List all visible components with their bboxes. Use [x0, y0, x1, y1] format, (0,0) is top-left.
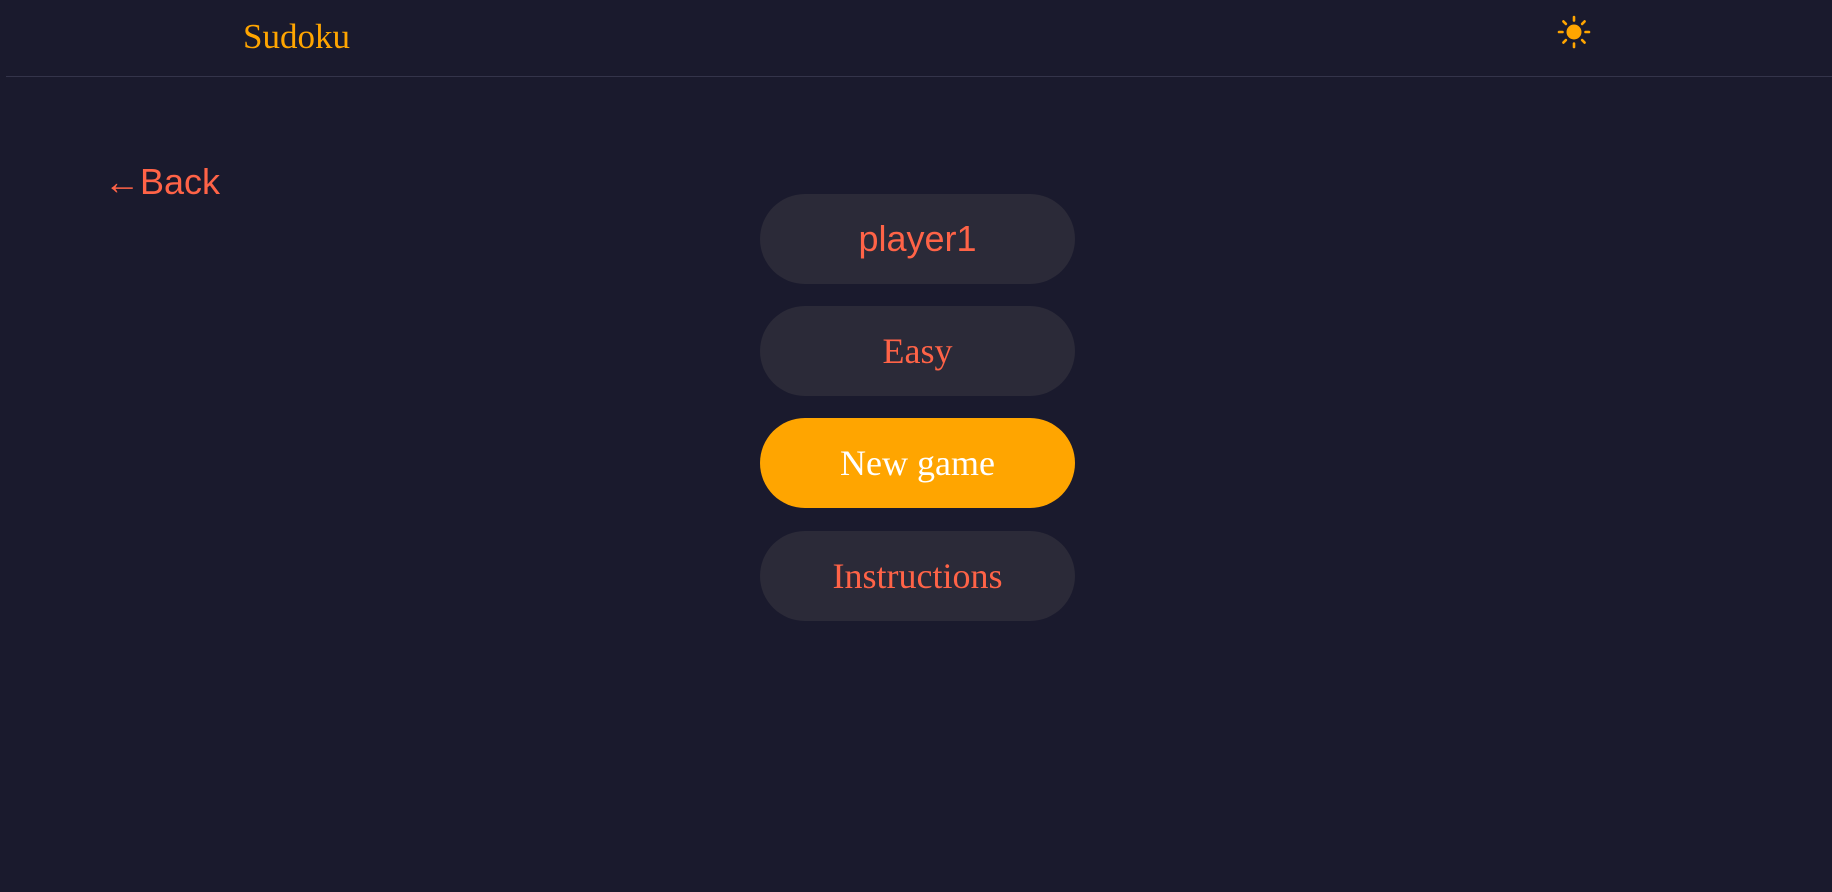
theme-toggle-button[interactable]	[1557, 15, 1591, 49]
sun-icon	[1557, 15, 1591, 49]
new-game-button[interactable]: New game	[760, 418, 1075, 508]
header-divider	[6, 76, 1832, 77]
app-title: Sudoku	[243, 17, 350, 56]
back-link[interactable]: ←Back	[104, 158, 220, 206]
instructions-button[interactable]: Instructions	[760, 531, 1075, 621]
difficulty-button[interactable]: Easy	[760, 306, 1075, 396]
player-name-button[interactable]: player1	[760, 194, 1075, 284]
app-header: Sudoku	[0, 0, 1832, 77]
